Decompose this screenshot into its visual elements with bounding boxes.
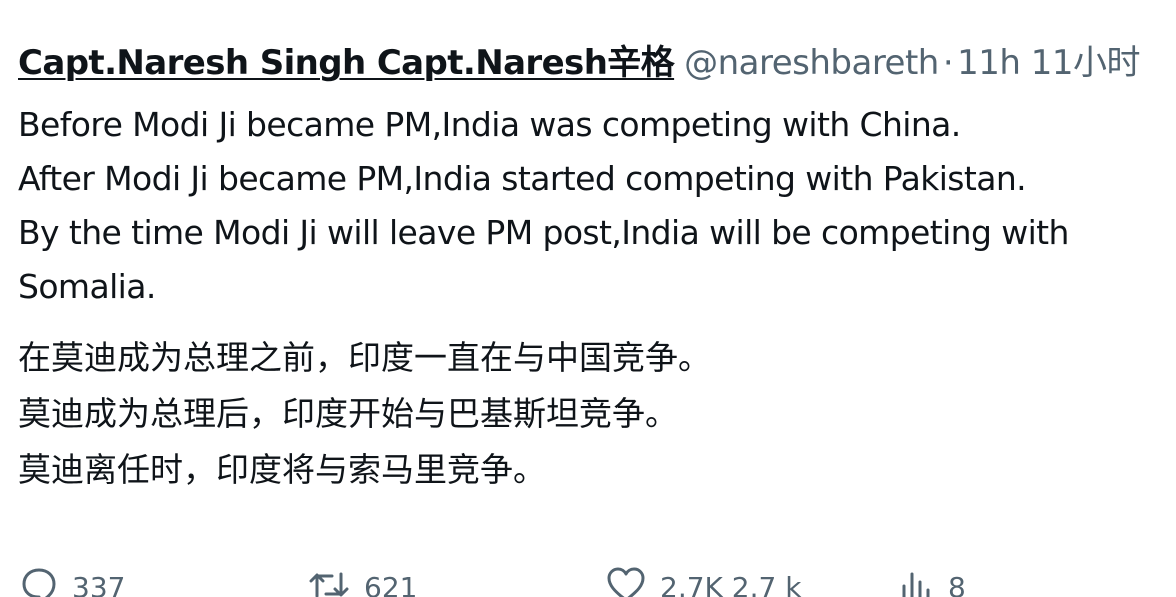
tweet-text-line: 在莫迪成为总理之前，印度一直在与中国竞争。 <box>18 338 711 377</box>
reply-icon <box>22 568 56 597</box>
retweet-count: 621 <box>364 571 418 597</box>
header-separator: · <box>942 43 954 83</box>
tweet-header: Capt.Naresh Singh Capt.Naresh辛格 @nareshba… <box>18 40 1141 86</box>
reply-button[interactable]: 337 <box>20 566 125 597</box>
tweet-text-line: 莫迪成为总理后，印度开始与巴基斯坦竞争。 <box>18 394 678 433</box>
tweet-text-line: 莫迪离任时，印度将与索马里竞争。 <box>18 450 546 489</box>
like-count: 2.7K 2.7 k <box>660 571 802 597</box>
tweet-text-english: Before Modi Ji became PM,India was compe… <box>18 98 1069 314</box>
heart-icon <box>607 567 645 597</box>
tweet-text-line: By the time Modi Ji will leave PM post,I… <box>18 213 1069 252</box>
views-chart-icon <box>902 572 930 597</box>
author-handle[interactable]: @nareshbareth <box>684 43 939 83</box>
tweet-text-line: After Modi Ji became PM,India started co… <box>18 159 1027 198</box>
tweet-card[interactable]: Capt.Naresh Singh Capt.Naresh辛格 @nareshba… <box>0 0 1176 597</box>
tweet-text-line: Somalia. <box>18 267 156 306</box>
views-button[interactable]: 8 <box>898 566 966 597</box>
tweet-text-chinese: 在莫迪成为总理之前，印度一直在与中国竞争。 莫迪成为总理后，印度开始与巴基斯坦竞… <box>18 330 711 498</box>
retweet-icon <box>309 572 349 597</box>
reply-count: 337 <box>72 571 126 597</box>
tweet-text-line: Before Modi Ji became PM,India was compe… <box>18 105 961 144</box>
tweet-action-bar: 337 621 2.7K 2.7 k 8 <box>0 566 1176 597</box>
retweet-button[interactable]: 621 <box>308 566 417 597</box>
author-display-name[interactable]: Capt.Naresh Singh Capt.Naresh辛格 <box>18 43 675 83</box>
views-count: 8 <box>948 571 966 597</box>
tweet-timestamp[interactable]: 11h 11小时 <box>957 43 1140 83</box>
like-button[interactable]: 2.7K 2.7 k <box>606 566 801 597</box>
